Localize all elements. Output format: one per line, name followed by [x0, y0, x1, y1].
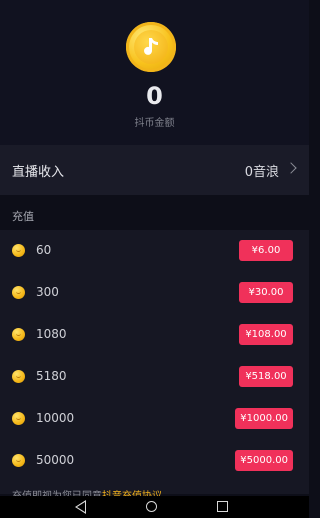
coin-amount: 60 — [36, 243, 52, 257]
recharge-section-title: 充值 — [12, 210, 34, 223]
recharge-option[interactable]: 5180 ¥518.00 — [0, 356, 309, 398]
recharge-option[interactable]: 10000 ¥1000.00 — [0, 398, 309, 440]
coin-logo-icon — [126, 22, 176, 72]
live-income-label: 直播收入 — [12, 165, 65, 180]
price-button[interactable]: ¥6.00 — [239, 240, 293, 261]
live-income-value: 0音浪 — [244, 165, 279, 180]
coin-icon — [12, 244, 25, 257]
balance-header: 0 抖币金额 — [0, 0, 309, 145]
price-button[interactable]: ¥108.00 — [239, 324, 293, 345]
live-income-row[interactable]: 直播收入 0音浪 — [0, 145, 309, 195]
coin-icon — [12, 454, 25, 467]
coin-amount: 10000 — [36, 411, 75, 425]
coin-amount: 300 — [36, 285, 59, 299]
price-button[interactable]: ¥518.00 — [239, 366, 293, 387]
recharge-option[interactable]: 300 ¥30.00 — [0, 272, 309, 314]
coin-icon — [12, 286, 25, 299]
price-button[interactable]: ¥1000.00 — [235, 408, 293, 429]
back-icon[interactable] — [75, 500, 86, 514]
price-button[interactable]: ¥30.00 — [239, 282, 293, 303]
system-nav-bar — [0, 496, 309, 518]
recharge-option[interactable]: 1080 ¥108.00 — [0, 314, 309, 356]
coin-icon — [12, 328, 25, 341]
music-note-icon — [144, 38, 158, 55]
chevron-right-icon — [285, 162, 297, 174]
home-icon[interactable] — [146, 501, 157, 512]
recharge-option[interactable]: 50000 ¥5000.00 — [0, 440, 309, 482]
recharge-list: 60 ¥6.00 300 ¥30.00 1080 ¥108.00 5180 ¥5… — [0, 230, 309, 494]
coin-icon — [12, 412, 25, 425]
coin-amount: 50000 — [36, 453, 75, 467]
coin-amount: 5180 — [36, 369, 67, 383]
balance-amount: 0 — [146, 82, 163, 110]
recharge-option[interactable]: 60 ¥6.00 — [0, 230, 309, 272]
coin-icon — [12, 370, 25, 383]
recent-apps-icon[interactable] — [217, 501, 228, 512]
coin-amount: 1080 — [36, 327, 67, 341]
balance-label: 抖币金额 — [134, 118, 175, 129]
price-button[interactable]: ¥5000.00 — [235, 450, 293, 471]
